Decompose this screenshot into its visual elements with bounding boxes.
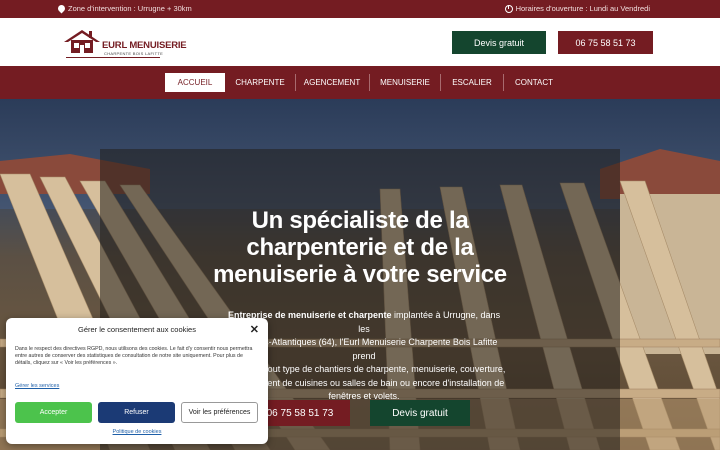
top-info-bar: Zone d'intervention : Urrugne + 30km Hor… [0,0,720,18]
map-pin-icon [56,3,67,14]
nav-divider [369,74,370,91]
clock-icon [504,4,513,13]
accept-button[interactable]: Accepter [15,402,92,423]
devis-button-hero[interactable]: Devis gratuit [370,400,470,426]
nav-item-agencement[interactable]: AGENCEMENT [302,73,362,92]
hours-text: Horaires d'ouverture : Lundi au Vendredi [515,4,650,13]
hours-info: Horaires d'ouverture : Lundi au Vendredi [504,4,650,13]
nav-item-accueil[interactable]: ACCUEIL [165,73,225,92]
zone-text: Zone d'intervention : Urrugne + 30km [68,4,192,13]
preferences-button[interactable]: Voir les préférences [181,402,258,423]
phone-button-header[interactable]: 06 75 58 51 73 [558,31,653,54]
hero-title-line: menuiserie à votre service [213,261,507,288]
hero-title-line: charpenterie et de la [246,234,474,261]
logo-subtitle: CHARPENTE BOIS LAFITTE [104,51,164,56]
cookie-policy-link[interactable]: Politique de cookies [6,429,268,435]
manage-services-link[interactable]: Gérer les services [15,383,59,389]
nav-item-charpente[interactable]: CHARPENTE [232,73,288,92]
nav-divider [295,74,296,91]
nav-item-contact[interactable]: CONTACT [510,73,558,92]
cookie-title: Gérer le consentement aux cookies [78,325,196,334]
close-icon[interactable]: ✕ [250,323,259,336]
nav-divider [503,74,504,91]
logo-underline [66,57,160,58]
site-logo[interactable]: EURL MENUISERIE CHARPENTE BOIS LAFITTE [62,24,187,60]
site-header: EURL MENUISERIE CHARPENTE BOIS LAFITTE D… [0,18,720,66]
roof-logo-icon [64,30,100,53]
main-nav: ACCUEIL CHARPENTE AGENCEMENT MENUISERIE … [0,66,720,99]
hero-title: Un spécialiste de la charpenterie et de … [180,207,540,288]
nav-divider [440,74,441,91]
zone-info: Zone d'intervention : Urrugne + 30km [56,3,192,14]
logo-name: EURL MENUISERIE [102,40,187,51]
nav-item-menuiserie[interactable]: MENUISERIE [376,73,434,92]
hero-title-line: Un spécialiste de la [251,207,469,234]
cookie-consent-banner: Gérer le consentement aux cookies ✕ Dans… [6,318,268,444]
cookie-description: Dans le respect des directives RGPD, nou… [15,346,253,367]
refuse-button[interactable]: Refuser [98,402,175,423]
devis-button-header[interactable]: Devis gratuit [452,31,546,54]
nav-item-escalier[interactable]: ESCALIER [447,73,497,92]
